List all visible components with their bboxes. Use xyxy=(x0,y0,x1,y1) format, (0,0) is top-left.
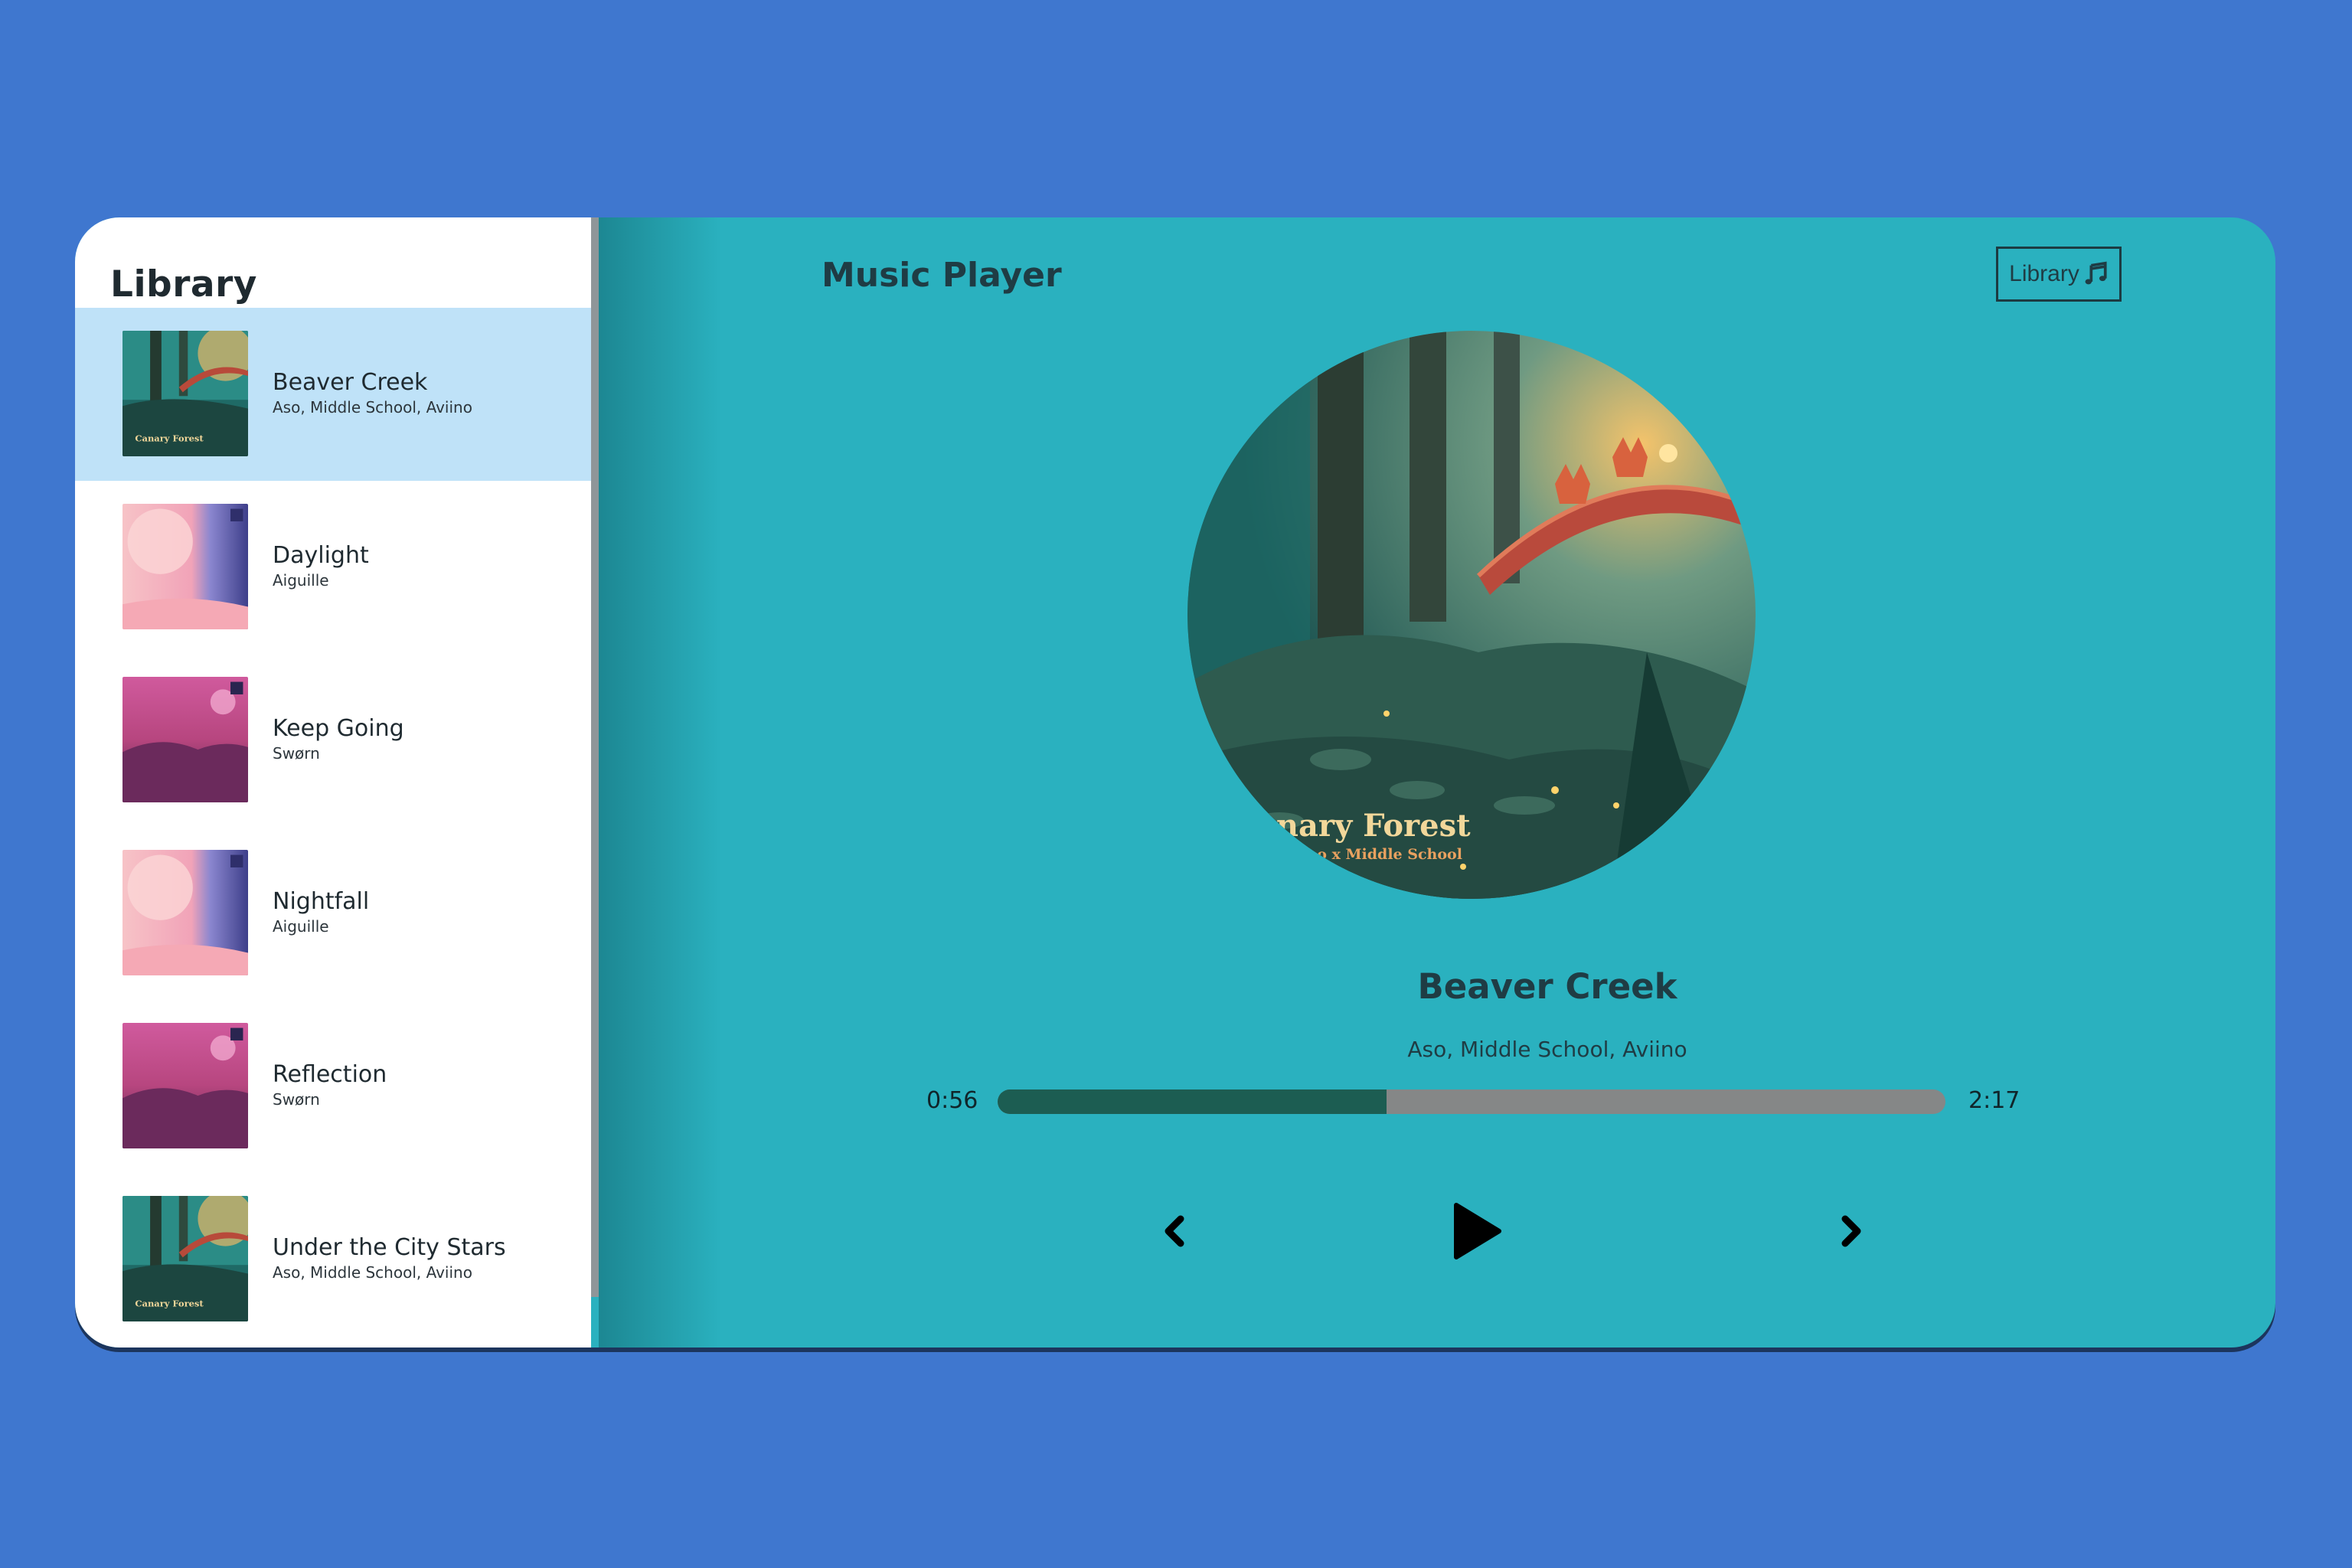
chevron-right-icon xyxy=(1841,1215,1861,1247)
page-title: Music Player xyxy=(822,256,1062,295)
svg-text:Canary Forest: Canary Forest xyxy=(135,1298,204,1308)
previous-track-button[interactable] xyxy=(1144,1200,1205,1262)
library-button-label: Library xyxy=(2009,261,2079,286)
next-track-button[interactable] xyxy=(1821,1200,1882,1262)
song-artist: Aso, Middle School, Aviino xyxy=(273,1263,472,1282)
library-toggle-button[interactable]: Library xyxy=(1996,247,2122,302)
cover-subtitle: viino x Middle School xyxy=(1286,846,1462,863)
album-cover-art: anary Forest viino x Middle School xyxy=(1187,331,1756,899)
song-thumbnail xyxy=(122,677,248,802)
song-artist: Aso, Middle School, Aviino xyxy=(273,398,472,416)
song-artist: Swørn xyxy=(273,744,320,763)
song-item[interactable]: Daylight Aiguille xyxy=(75,481,591,654)
song-thumbnail xyxy=(122,1023,248,1148)
panel-shadow xyxy=(599,217,721,1348)
cover-title: anary Forest xyxy=(1256,808,1471,844)
music-note-icon xyxy=(2085,261,2107,285)
song-thumbnail xyxy=(122,850,248,975)
song-artist: Aiguille xyxy=(273,917,329,936)
progress-fill xyxy=(998,1089,1387,1114)
library-scrollbar[interactable] xyxy=(591,217,599,1297)
track-artist: Aso, Middle School, Aviino xyxy=(1407,1037,1687,1062)
current-time: 0:56 xyxy=(926,1087,978,1114)
song-list: Canary Forest Beaver Creek Aso, Middle Sch… xyxy=(75,308,591,1346)
song-name: Keep Going xyxy=(273,715,404,742)
song-item[interactable]: Canary Forest Under the City Stars Aso, Mi… xyxy=(75,1173,591,1346)
song-thumbnail: Canary Forest xyxy=(122,1196,248,1321)
svg-text:Canary Forest: Canary Forest xyxy=(135,433,204,443)
track-title: Beaver Creek xyxy=(1417,966,1677,1007)
chevron-left-icon xyxy=(1165,1215,1184,1247)
song-name: Beaver Creek xyxy=(273,369,428,396)
album-cover: anary Forest viino x Middle School xyxy=(1187,331,1756,899)
song-name: Daylight xyxy=(273,542,369,569)
song-thumbnail xyxy=(122,504,248,629)
play-button[interactable] xyxy=(1435,1185,1519,1277)
library-panel: Library Canary Forest Beaver Creek Aso, Mi… xyxy=(75,217,591,1348)
song-item[interactable]: Canary Forest Beaver Creek Aso, Middle Sch… xyxy=(75,308,591,481)
song-thumbnail: Canary Forest xyxy=(122,331,248,456)
song-item[interactable]: Reflection Swørn xyxy=(75,1000,591,1173)
play-icon xyxy=(1454,1203,1501,1259)
song-item[interactable]: Nightfall Aiguille xyxy=(75,827,591,1000)
song-item[interactable]: Keep Going Swørn xyxy=(75,654,591,827)
music-player-app: Library Canary Forest Beaver Creek Aso, Mi… xyxy=(75,217,2275,1348)
song-name: Nightfall xyxy=(273,888,370,915)
total-time: 2:17 xyxy=(1968,1087,2020,1114)
song-name: Under the City Stars xyxy=(273,1234,506,1261)
song-artist: Aiguille xyxy=(273,571,329,590)
song-name: Reflection xyxy=(273,1061,387,1088)
library-title: Library xyxy=(110,263,257,305)
progress-bar[interactable] xyxy=(998,1089,1945,1114)
song-artist: Swørn xyxy=(273,1090,320,1109)
